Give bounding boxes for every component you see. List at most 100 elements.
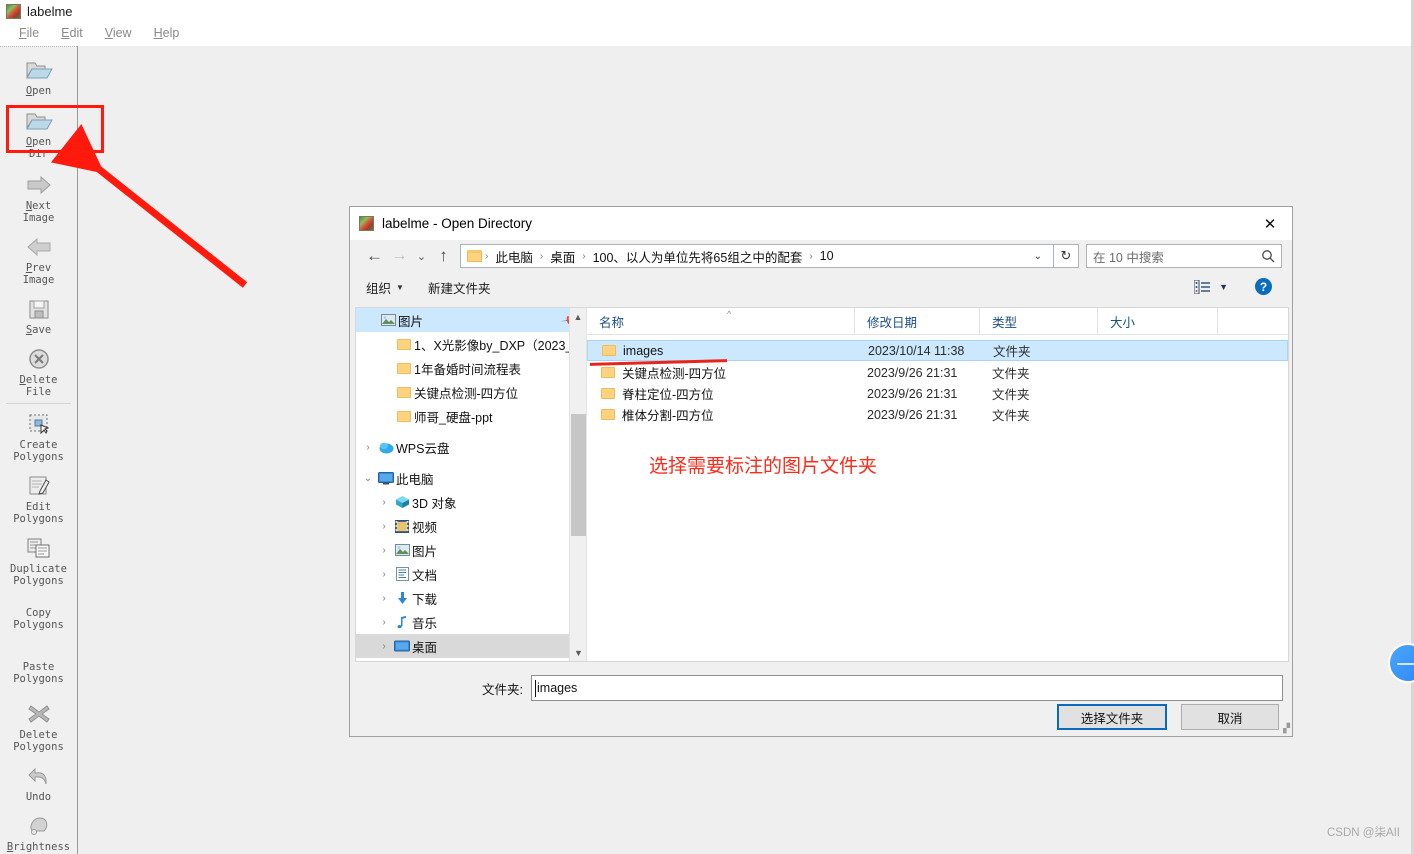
dialog-body: 图片 📌 1、X光影像by_DXP（2023_10_X 1年备婚时间流程表 关键… <box>355 307 1289 662</box>
chevron-right-icon[interactable]: › <box>376 497 392 508</box>
table-row[interactable]: images 2023/10/14 11:38 文件夹 <box>587 340 1288 361</box>
column-header-size[interactable]: 大小 <box>1098 308 1218 335</box>
tree-item-videos[interactable]: › 视频 <box>356 514 586 538</box>
toolbar-item-delete-polygons[interactable]: Delete Polygons <box>0 699 77 753</box>
breadcrumb-item-0[interactable]: 此电脑 <box>489 247 539 266</box>
chevron-right-icon[interactable]: › <box>376 641 392 652</box>
toolbar-divider <box>77 46 78 854</box>
table-row[interactable]: 脊柱定位-四方位 2023/9/26 21:31 文件夹 <box>587 383 1288 404</box>
folder-name-input[interactable]: images <box>531 675 1283 701</box>
organize-button[interactable]: 组织 ▼ <box>366 278 404 297</box>
table-row[interactable]: 椎体分割-四方位 2023/9/26 21:31 文件夹 <box>587 404 1288 425</box>
chevron-down-icon[interactable]: ⌄ <box>1027 251 1049 262</box>
table-row[interactable]: 关键点检测-四方位 2023/9/26 21:31 文件夹 <box>587 362 1288 383</box>
app-title: labelme <box>27 3 73 19</box>
tree-item-this-pc[interactable]: ⌄ 此电脑 <box>356 466 586 490</box>
chevron-down-icon[interactable]: ⌄ <box>360 473 376 484</box>
file-date-cell: 2023/10/14 11:38 <box>868 343 965 358</box>
edit-pencil-icon <box>27 471 51 501</box>
annotation-note: 选择需要标注的图片文件夹 <box>649 455 878 477</box>
toolbar-item-save[interactable]: Save <box>0 294 77 336</box>
forward-button[interactable]: → <box>387 243 412 269</box>
chevron-right-icon[interactable]: › <box>376 521 392 532</box>
tree-item-label: 文档 <box>412 568 438 583</box>
tree-item-wps-cloud[interactable]: › WPS云盘 <box>356 435 586 459</box>
search-input[interactable]: 在 10 中搜索 <box>1086 244 1282 268</box>
chevron-right-icon[interactable]: › <box>376 593 392 604</box>
toolbar-item-undo[interactable]: Undo <box>0 761 77 803</box>
chevron-right-icon[interactable]: › <box>376 569 392 580</box>
chevron-right-icon[interactable]: › <box>360 442 376 453</box>
tree-item-3d-objects[interactable]: › 3D 对象 <box>356 490 586 514</box>
breadcrumb-item-3[interactable]: 10 <box>814 249 840 263</box>
toolbar-label-duplicate-polygons: Duplicate Polygons <box>10 563 67 587</box>
menu-view[interactable]: View <box>94 22 143 44</box>
chevron-right-icon[interactable]: › <box>376 545 392 556</box>
tree-item-documents[interactable]: › 文档 <box>356 562 586 586</box>
scroll-down-icon[interactable]: ▼ <box>570 644 586 661</box>
new-folder-label: 新建文件夹 <box>427 281 491 296</box>
up-button[interactable]: ↑ <box>431 243 456 269</box>
column-header-type[interactable]: 类型 <box>980 308 1098 335</box>
toolbar-item-prev-image[interactable]: Prev Image <box>0 232 77 286</box>
file-name-cell: 椎体分割-四方位 <box>587 405 855 424</box>
scroll-up-icon[interactable]: ▲ <box>570 308 586 325</box>
tree-item-xray[interactable]: 1、X光影像by_DXP（2023_10_X <box>356 332 586 356</box>
toolbar-item-delete-file[interactable]: Delete File <box>0 344 77 398</box>
breadcrumb[interactable]: › 此电脑 › 桌面 › 100、以人为单位先将65组之中的配套 › 10 ⌄ <box>460 244 1054 268</box>
toolbar-item-paste-polygons[interactable]: Paste Polygons <box>0 661 77 685</box>
close-icon[interactable]: ✕ <box>1248 207 1292 240</box>
toolbar-item-brightness-contrast[interactable]: Brightness Contrast <box>0 811 77 854</box>
toolbar-item-duplicate-polygons[interactable]: Duplicate Polygons <box>0 533 77 587</box>
tree-item-desktop[interactable]: › 桌面 <box>356 634 586 658</box>
new-folder-button[interactable]: 新建文件夹 <box>428 278 491 297</box>
resize-grip-icon[interactable]: ▞ <box>1283 723 1290 734</box>
menu-help[interactable]: Help <box>143 22 191 44</box>
select-folder-button[interactable]: 选择文件夹 <box>1057 704 1167 730</box>
folder-icon <box>601 367 615 378</box>
tree-item-downloads[interactable]: › 下载 <box>356 586 586 610</box>
file-name-label: 椎体分割-四方位 <box>622 409 714 423</box>
column-header-date[interactable]: 修改日期 <box>855 308 980 335</box>
file-list-pane[interactable]: 名称 修改日期 类型 大小 ^ images 2023/10/14 11:38 … <box>587 308 1288 661</box>
toolbar-item-next-image[interactable]: Next Image <box>0 170 77 224</box>
help-icon[interactable]: ? <box>1255 278 1272 295</box>
tree-item-pictures[interactable]: › 图片 <box>356 538 586 562</box>
toolbar-item-copy-polygons[interactable]: Copy Polygons <box>0 607 77 631</box>
toolbar-item-edit-polygons[interactable]: Edit Polygons <box>0 471 77 525</box>
tree-item-pictures-pinned[interactable]: 图片 📌 <box>356 308 586 332</box>
menu-edit[interactable]: Edit <box>50 22 94 44</box>
back-button[interactable]: ← <box>362 243 387 269</box>
menu-file[interactable]: File <box>8 22 50 44</box>
tree-item-wedding-plan[interactable]: 1年备婚时间流程表 <box>356 356 586 380</box>
file-date-cell: 2023/9/26 21:31 <box>867 407 958 422</box>
chevron-right-icon[interactable]: › <box>376 617 392 628</box>
folder-icon <box>601 388 615 399</box>
toolbar-item-open[interactable]: Open <box>0 55 77 97</box>
open-folder-icon <box>24 55 54 85</box>
view-options[interactable]: ▼ <box>1194 272 1228 302</box>
tree-item-label: 1年备婚时间流程表 <box>414 362 521 377</box>
refresh-icon[interactable]: ↻ <box>1054 244 1079 268</box>
folder-field-label: 文件夹: <box>482 682 523 697</box>
file-type-cell: 文件夹 <box>992 409 1030 423</box>
create-polygon-icon <box>27 409 51 439</box>
video-icon <box>392 519 412 533</box>
cancel-button[interactable]: 取消 <box>1181 704 1279 730</box>
scrollbar-thumb[interactable] <box>571 414 586 536</box>
column-header-name[interactable]: 名称 <box>587 308 855 335</box>
tree-item-label: 桌面 <box>412 640 438 655</box>
tree-item-music[interactable]: › 音乐 <box>356 610 586 634</box>
open-dir-highlight-box <box>6 105 104 153</box>
breadcrumb-item-2[interactable]: 100、以人为单位先将65组之中的配套 <box>587 247 809 266</box>
tree-scrollbar[interactable]: ▲ ▼ <box>569 308 586 661</box>
tree-item-keypoint[interactable]: 关键点检测-四方位 <box>356 380 586 404</box>
tree-item-shige-ppt[interactable]: 师哥_硬盘-ppt <box>356 404 586 428</box>
recent-locations-button[interactable]: ⌄ <box>412 243 431 269</box>
toolbar-label-paste-polygons: Paste Polygons <box>13 661 64 685</box>
breadcrumb-item-1[interactable]: 桌面 <box>544 247 581 266</box>
folder-tree-pane[interactable]: 图片 📌 1、X光影像by_DXP（2023_10_X 1年备婚时间流程表 关键… <box>356 308 587 661</box>
folder-icon <box>601 409 615 420</box>
tree-item-label: 图片 <box>398 314 424 329</box>
toolbar-item-create-polygons[interactable]: Create Polygons <box>0 409 77 463</box>
